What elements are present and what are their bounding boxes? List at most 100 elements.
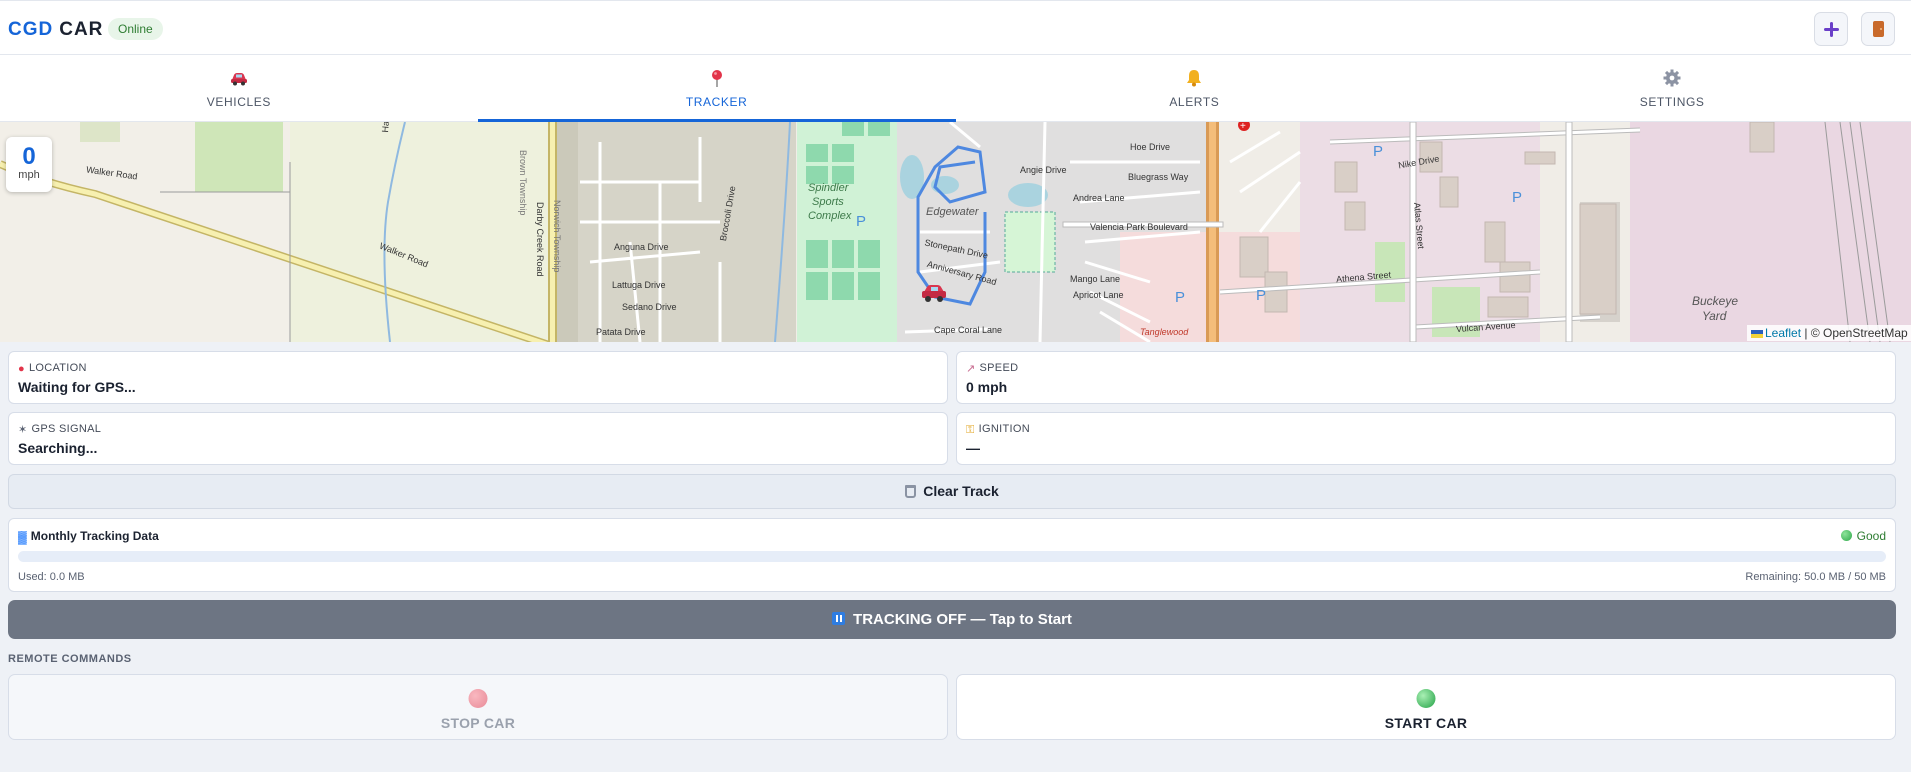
- tracking-toggle-label: TRACKING OFF — Tap to Start: [853, 611, 1072, 628]
- location-label: ● LOCATION: [18, 362, 87, 375]
- map-label: Cape Coral Lane: [934, 325, 1003, 335]
- gps-card: ✶ GPS SIGNAL Searching...: [8, 412, 948, 465]
- location-label-text: LOCATION: [28, 362, 87, 374]
- map-label: Hoe Drive: [1130, 142, 1171, 152]
- map-label: Spindler: [808, 182, 849, 194]
- speed-overlay-unit: mph: [18, 169, 40, 181]
- map-tiles: P P P P P +: [0, 122, 1911, 342]
- ignition-label-text: IGNITION: [978, 423, 1030, 435]
- map-label: Valencia Park Boulevard: [1090, 222, 1188, 232]
- location-card: ● LOCATION Waiting for GPS...: [8, 351, 948, 404]
- tab-tracker[interactable]: TRACKER: [477, 55, 956, 122]
- ukraine-flag-icon: [1751, 329, 1763, 338]
- brand-part-1: CGD: [8, 19, 54, 40]
- map-label: Bluegrass Way: [1128, 172, 1189, 182]
- map-label: Sedano Drive: [622, 302, 677, 312]
- map-label: Anguna Drive: [614, 242, 669, 252]
- tracking-toggle-button[interactable]: TRACKING OFF — Tap to Start: [8, 600, 1896, 639]
- data-remaining: Remaining: 50.0 MB / 50 MB: [1745, 571, 1886, 583]
- speed-overlay-value: 0: [22, 143, 36, 170]
- green-circle-icon: [1416, 689, 1436, 708]
- osm-attribution[interactable]: | © OpenStreetMap: [1804, 326, 1907, 340]
- svg-text:P: P: [1256, 287, 1266, 304]
- door-icon: [1872, 21, 1884, 37]
- start-car-button[interactable]: START CAR: [956, 674, 1896, 740]
- key-icon: ⚿: [966, 424, 975, 436]
- speed-card: ↗ SPEED 0 mph: [956, 351, 1896, 404]
- map-label: Mango Lane: [1070, 274, 1121, 284]
- pin-icon: [711, 70, 722, 87]
- app-brand: CGD CAR: [8, 19, 103, 41]
- tab-alerts-label: ALERTS: [1169, 95, 1220, 109]
- brand-part-2: CAR: [59, 19, 104, 40]
- status-dot-icon: [1840, 530, 1852, 541]
- clear-track-label: Clear Track: [923, 483, 999, 499]
- gear-icon: [1663, 69, 1681, 87]
- data-status: Good: [1840, 529, 1886, 543]
- map-attribution: Leaflet | © OpenStreetMap: [1747, 325, 1911, 341]
- map-label: Tanglewood: [1140, 327, 1189, 337]
- tab-vehicles-label: VEHICLES: [206, 95, 271, 109]
- svg-text:P: P: [856, 213, 866, 230]
- speed-overlay: 0 mph: [6, 137, 52, 192]
- map-label: Apricot Lane: [1073, 290, 1124, 300]
- tab-vehicles[interactable]: VEHICLES: [0, 55, 478, 121]
- leaflet-link[interactable]: Leaflet: [1765, 326, 1801, 340]
- map-label: Edgewater: [926, 206, 979, 218]
- monthly-data-card: ▓ Monthly Tracking Data Good Used: 0.0 MB…: [8, 518, 1896, 592]
- car-icon: [230, 73, 247, 86]
- speed-label-text: SPEED: [979, 362, 1019, 374]
- chart-icon: ▓: [18, 530, 27, 544]
- map-label: Patata Drive: [596, 327, 646, 337]
- monthly-title-text: Monthly Tracking Data: [30, 529, 159, 543]
- svg-text:+: +: [1240, 122, 1246, 132]
- pin-icon: ●: [18, 363, 25, 375]
- pause-icon: [832, 612, 846, 625]
- svg-text:P: P: [1373, 143, 1383, 160]
- svg-text:P: P: [1175, 289, 1185, 306]
- map-label: Sports: [812, 196, 844, 208]
- svg-text:P: P: [1512, 189, 1522, 206]
- data-used: Used: 0.0 MB: [18, 571, 85, 583]
- stop-car-label: STOP CAR: [440, 715, 516, 731]
- main-tabs: VEHICLES TRACKER ALERTS SETTINGS: [0, 55, 1911, 122]
- stop-car-button[interactable]: STOP CAR: [8, 674, 948, 740]
- map-label: Darby Creek Road: [535, 202, 545, 277]
- tab-alerts[interactable]: ALERTS: [956, 55, 1434, 121]
- tracker-map[interactable]: PP PPP + Walker Road Walker Road Hamilto…: [0, 122, 1911, 342]
- ignition-label: ⚿ IGNITION: [966, 423, 1030, 437]
- data-status-text: Good: [1856, 529, 1886, 543]
- ignition-value: —: [966, 440, 980, 456]
- clear-track-button[interactable]: Clear Track: [8, 474, 1896, 509]
- tab-tracker-label: TRACKER: [685, 95, 748, 109]
- start-car-label: START CAR: [1384, 715, 1468, 731]
- connection-status-badge: Online: [108, 18, 163, 40]
- speed-value: 0 mph: [966, 379, 1008, 395]
- gps-value: Searching...: [18, 440, 98, 456]
- satellite-icon: ↗: [966, 363, 976, 375]
- tab-settings-label: SETTINGS: [1639, 95, 1705, 109]
- map-label: Buckeye: [1692, 294, 1739, 308]
- speed-label: ↗ SPEED: [966, 362, 1018, 375]
- map-label: Yard: [1702, 309, 1727, 323]
- map-label: Complex: [808, 210, 852, 222]
- remote-commands-title: REMOTE COMMANDS: [8, 653, 132, 665]
- data-usage-bar: [18, 551, 1886, 562]
- gps-label-text: GPS SIGNAL: [31, 423, 102, 435]
- location-value: Waiting for GPS...: [18, 379, 136, 395]
- gps-label: ✶ GPS SIGNAL: [18, 423, 101, 436]
- red-circle-icon: [468, 689, 488, 708]
- map-label: Angie Drive: [1020, 165, 1067, 175]
- map-label: Andrea Lane: [1073, 193, 1125, 203]
- app-header: CGD CAR Online: [0, 0, 1911, 55]
- logout-button[interactable]: [1861, 12, 1895, 46]
- map-label: Brown Township: [518, 150, 528, 216]
- tab-settings[interactable]: SETTINGS: [1433, 55, 1911, 121]
- ignition-card: ⚿ IGNITION —: [956, 412, 1896, 465]
- add-vehicle-button[interactable]: [1814, 12, 1848, 46]
- monthly-data-title: ▓ Monthly Tracking Data: [18, 529, 159, 544]
- satellite-icon: ✶: [18, 424, 28, 436]
- bell-icon: [1187, 70, 1202, 87]
- trash-icon: [905, 485, 917, 498]
- map-label: Lattuga Drive: [612, 280, 666, 290]
